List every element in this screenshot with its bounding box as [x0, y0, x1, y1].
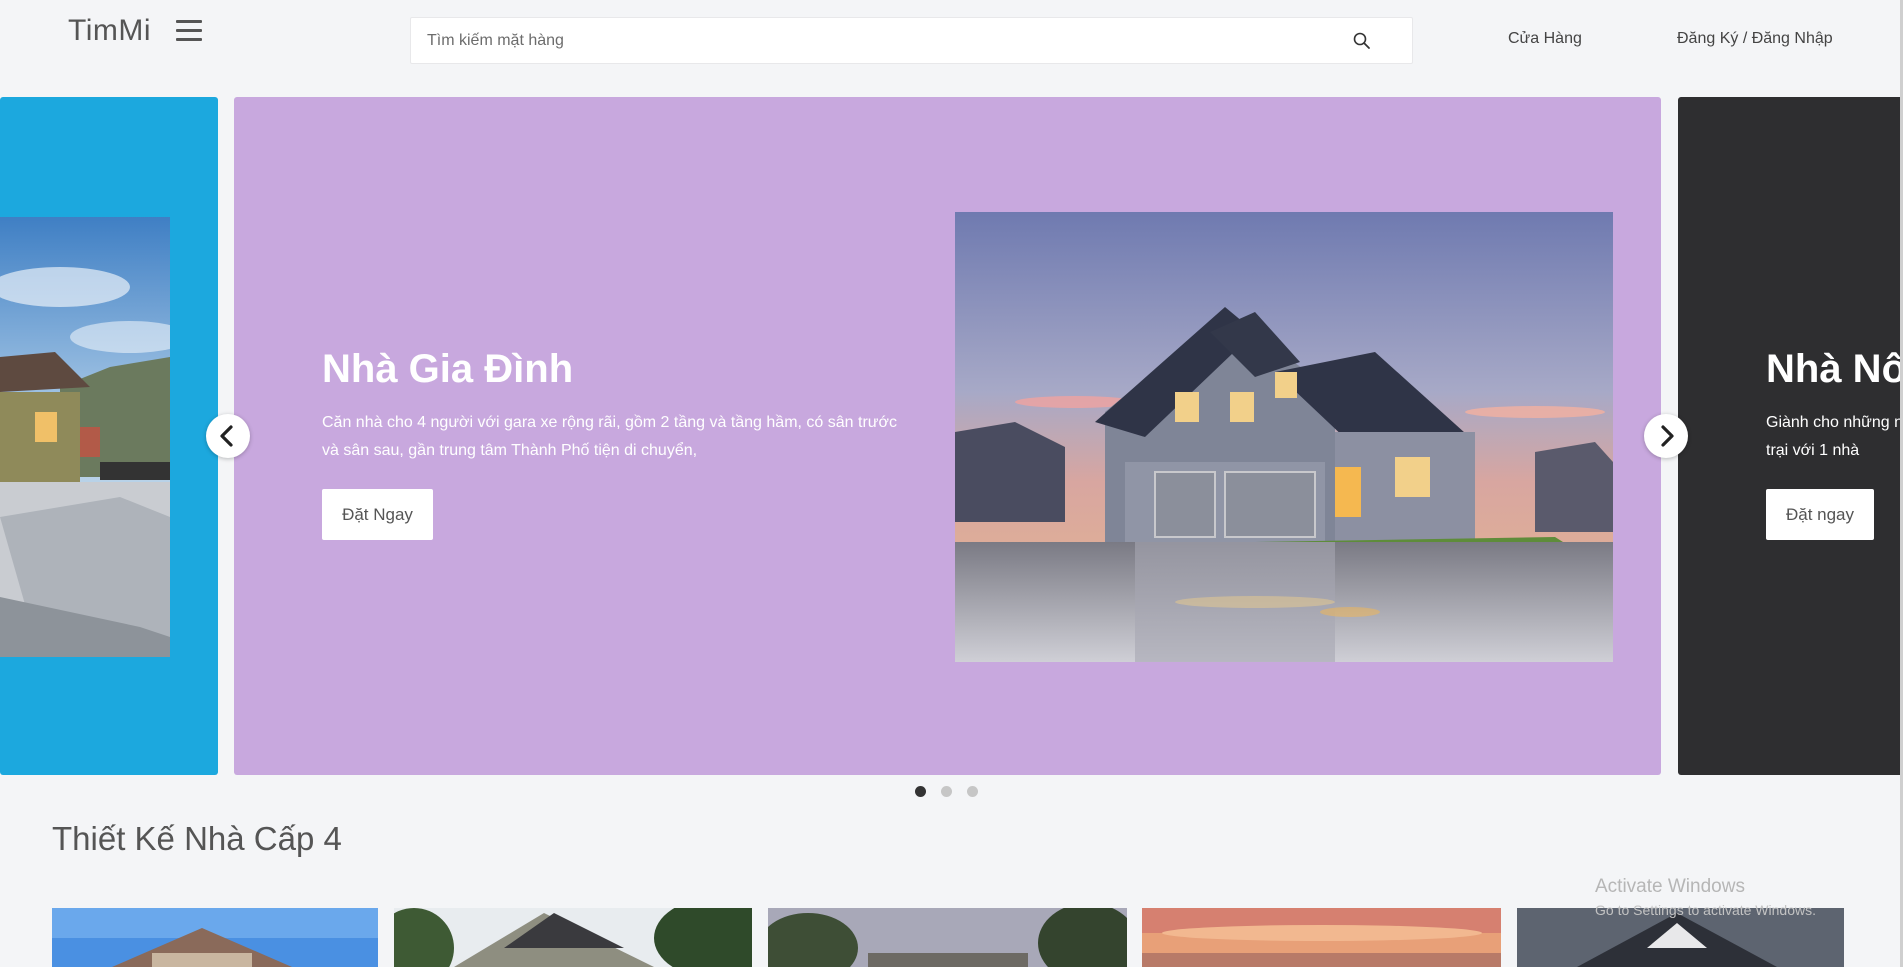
chevron-left-icon — [220, 425, 233, 447]
slide-description: Giành cho những n nông trại với 1 nhà — [1766, 414, 1903, 459]
carousel-slide-previous[interactable] — [0, 97, 218, 775]
hamburger-menu-icon[interactable] — [176, 20, 202, 42]
carousel-dot[interactable] — [967, 786, 978, 797]
slide-title: Nhà Gia Đình — [322, 347, 574, 391]
product-thumbnail[interactable] — [1142, 908, 1501, 967]
windows-activation-watermark: Activate Windows Go to Settings to activ… — [1595, 876, 1816, 918]
watermark-title: Activate Windows — [1595, 876, 1745, 897]
book-now-button[interactable]: Đặt Ngay — [322, 489, 433, 540]
top-header: TimMi Cửa Hàng Đăng Ký / Đăng Nhập — [0, 0, 1903, 80]
product-thumbnail[interactable] — [768, 908, 1127, 967]
chevron-right-icon — [1661, 425, 1674, 447]
slide-title: Nhà Nô — [1766, 347, 1903, 391]
carousel-slide-active: Nhà Gia Đình Căn nhà cho 4 người với gar… — [234, 97, 1661, 775]
watermark-subtitle: Go to Settings to activate Windows. — [1595, 902, 1816, 918]
product-thumbnail[interactable] — [52, 908, 378, 967]
product-thumbnail[interactable] — [394, 908, 752, 967]
search-box — [410, 17, 1413, 64]
nav-link-register-login[interactable]: Đăng Ký / Đăng Nhập — [1677, 30, 1833, 48]
house-image — [0, 217, 170, 657]
carousel-next-button[interactable] — [1644, 414, 1688, 458]
section-title: Thiết Kế Nhà Cấp 4 — [52, 820, 342, 857]
carousel-slide-next[interactable]: Nhà Nô Giành cho những n nông trại với 1… — [1678, 97, 1903, 775]
search-input[interactable] — [411, 18, 1311, 63]
carousel-dot[interactable] — [941, 786, 952, 797]
slide-description: Căn nhà cho 4 người với gara xe rộng rãi… — [322, 414, 897, 459]
site-logo[interactable]: TimMi — [68, 14, 151, 48]
search-icon[interactable] — [1352, 31, 1372, 51]
nav-link-store[interactable]: Cửa Hàng — [1508, 30, 1582, 48]
carousel-dot[interactable] — [915, 786, 926, 797]
book-now-button[interactable]: Đặt ngay — [1766, 489, 1874, 540]
carousel-prev-button[interactable] — [206, 414, 250, 458]
house-image — [955, 212, 1613, 662]
